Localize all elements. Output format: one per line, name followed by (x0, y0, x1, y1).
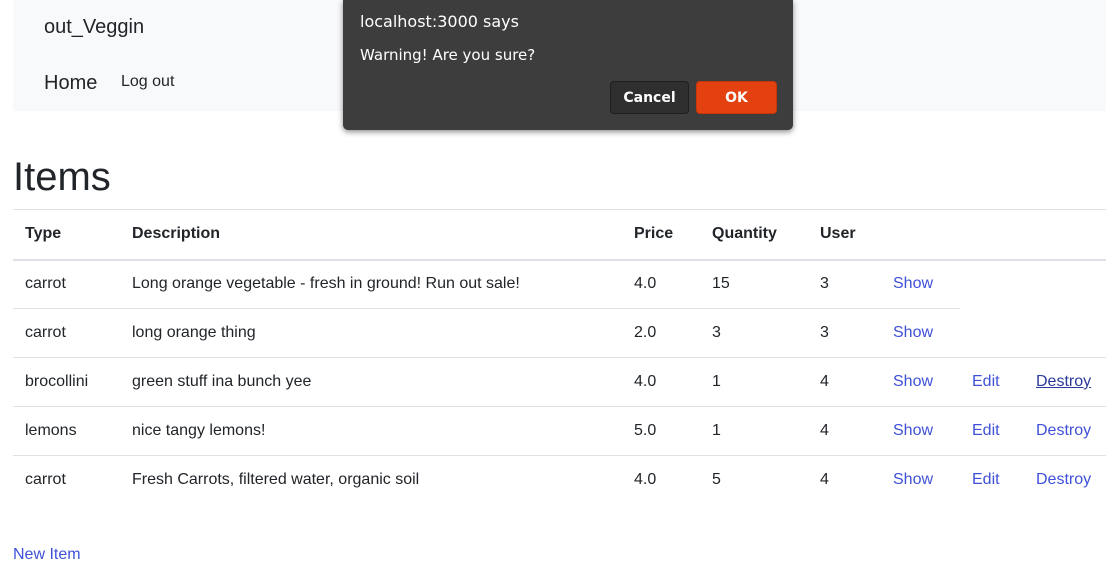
cell-user: 4 (808, 406, 881, 456)
show-link[interactable]: Show (893, 422, 933, 439)
cell-destroy: Destroy (1024, 406, 1106, 456)
cell-price: 5.0 (622, 406, 700, 456)
cell-price: 2.0 (622, 308, 700, 358)
cell-type: carrot (13, 455, 120, 505)
header-type: Type (13, 209, 120, 261)
cell-user: 4 (808, 455, 881, 505)
cell-user: 3 (808, 308, 881, 358)
destroy-link[interactable]: Destroy (1036, 471, 1091, 488)
edit-link[interactable]: Edit (972, 373, 1000, 390)
cell-show: Show (881, 455, 960, 505)
nav-home-link[interactable]: Home (44, 72, 97, 95)
header-actions-edit (960, 209, 1024, 261)
show-link[interactable]: Show (893, 471, 933, 488)
cell-description: nice tangy lemons! (120, 406, 622, 456)
table-header-row: Type Description Price Quantity User (13, 209, 1106, 261)
edit-link[interactable]: Edit (972, 471, 1000, 488)
cell-description: long orange thing (120, 308, 622, 358)
brand-link[interactable]: out_Veggin (44, 16, 144, 39)
cell-user: 4 (808, 357, 881, 407)
cell-edit: Edit (960, 357, 1024, 407)
cell-description: Fresh Carrots, filtered water, organic s… (120, 455, 622, 505)
header-actions-show (881, 209, 960, 261)
cell-destroy (1024, 260, 1106, 309)
cell-show: Show (881, 260, 960, 309)
dialog-title: localhost:3000 says (360, 12, 519, 31)
edit-link[interactable]: Edit (972, 422, 1000, 439)
header-actions-destroy (1024, 209, 1106, 261)
cell-type: lemons (13, 406, 120, 456)
cell-destroy: Destroy (1024, 357, 1106, 407)
header-quantity: Quantity (700, 209, 808, 261)
cell-type: carrot (13, 308, 120, 358)
ok-button[interactable]: OK (696, 81, 777, 114)
cancel-button[interactable]: Cancel (610, 81, 689, 114)
cell-description: green stuff ina bunch yee (120, 357, 622, 407)
show-link[interactable]: Show (893, 324, 933, 341)
cell-show: Show (881, 308, 960, 358)
items-table: Type Description Price Quantity User car… (13, 209, 1106, 505)
cell-quantity: 1 (700, 406, 808, 456)
show-link[interactable]: Show (893, 373, 933, 390)
cell-price: 4.0 (634, 275, 657, 293)
header-description: Description (120, 209, 622, 261)
cell-edit (960, 260, 1024, 309)
new-item-link[interactable]: New Item (13, 546, 81, 564)
nav-logout-link[interactable]: Log out (121, 73, 174, 91)
cell-description: Long orange vegetable - fresh in ground!… (132, 275, 520, 293)
confirm-dialog: localhost:3000 says Warning! Are you sur… (343, 0, 793, 130)
cell-type: carrot (25, 275, 66, 293)
header-price: Price (622, 209, 700, 261)
destroy-link[interactable]: Destroy (1036, 373, 1091, 390)
show-link[interactable]: Show (893, 275, 933, 292)
cell-type: brocollini (13, 357, 120, 407)
cell-edit: Edit (960, 455, 1024, 505)
cell-quantity: 3 (700, 308, 808, 358)
cell-destroy: Destroy (1024, 455, 1106, 505)
table-row: lemons nice tangy lemons! 5.0 1 4 Show E… (13, 406, 1106, 456)
table-row: carrot Fresh Carrots, filtered water, or… (13, 455, 1106, 505)
cell-price: 4.0 (622, 455, 700, 505)
cell-edit: Edit (960, 406, 1024, 456)
page-title: Items (13, 155, 111, 199)
cell-quantity: 5 (700, 455, 808, 505)
cell-show: Show (881, 406, 960, 456)
table-row: brocollini green stuff ina bunch yee 4.0… (13, 357, 1106, 407)
table-row: carrot long orange thing 2.0 3 3 Show (13, 308, 1106, 358)
cell-quantity: 15 (712, 275, 730, 293)
table-row: carrot Long orange vegetable - fresh in … (13, 260, 1106, 309)
cell-edit (960, 309, 1024, 358)
cell-show: Show (881, 357, 960, 407)
cell-destroy (1024, 309, 1106, 358)
cell-quantity: 1 (700, 357, 808, 407)
header-user: User (808, 209, 881, 261)
dialog-message: Warning! Are you sure? (360, 46, 536, 64)
destroy-link[interactable]: Destroy (1036, 422, 1091, 439)
cell-price: 4.0 (622, 357, 700, 407)
cell-user: 3 (820, 275, 829, 293)
